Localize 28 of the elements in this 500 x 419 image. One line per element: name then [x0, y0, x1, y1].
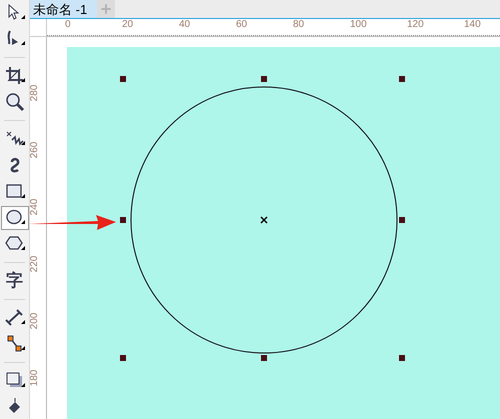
zoom-icon	[4, 91, 26, 114]
selection-handle[interactable]	[261, 76, 267, 82]
selection-handle[interactable]	[120, 217, 126, 223]
ruler-label: 260	[30, 140, 40, 160]
ruler-label: 220	[30, 254, 40, 274]
ruler-label: 120	[407, 20, 424, 30]
ruler-label: 20	[122, 20, 134, 30]
ruler-label: 280	[30, 84, 40, 103]
document-tab[interactable]: 未命名 -1	[30, 0, 98, 18]
ruler-label: 140	[464, 20, 481, 30]
ruler-label: 240	[30, 198, 40, 217]
ruler-label: 200	[30, 312, 40, 331]
ruler-label: 0	[65, 20, 71, 30]
ruler-label: 180	[30, 368, 40, 388]
selection-handle[interactable]	[399, 76, 405, 82]
selection-handle[interactable]	[120, 355, 126, 361]
text-tool[interactable]: 字	[0, 268, 28, 293]
center-mark-icon	[260, 216, 268, 224]
ruler-label: 40	[179, 20, 190, 30]
selection-handle[interactable]	[399, 355, 405, 361]
plus-icon	[99, 2, 114, 16]
ruler-label: 60	[236, 20, 248, 30]
selection-handle[interactable]	[120, 76, 126, 82]
ruler-label: 100	[350, 20, 367, 30]
selection-handle[interactable]	[261, 355, 267, 361]
tool-button[interactable]	[0, 206, 28, 230]
ruler-label: 80	[293, 20, 304, 30]
selection-handle[interactable]	[399, 217, 405, 223]
